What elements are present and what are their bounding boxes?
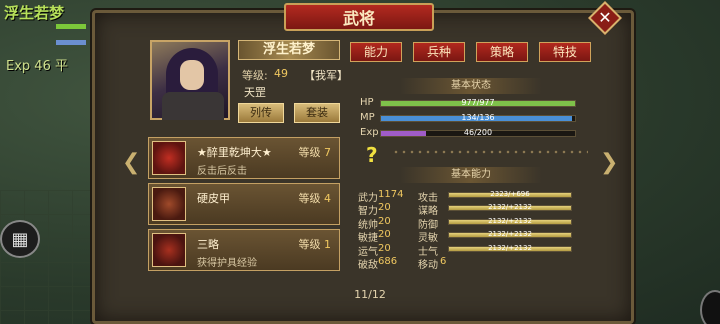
- item-level: 等级 7: [298, 146, 332, 159]
- close-icon: ✕: [598, 8, 612, 27]
- equipment-item-book[interactable]: 三略 等级 1 获得护具经验: [148, 229, 340, 271]
- basic-ability-header: 基本能力: [400, 167, 542, 183]
- attr-value: 20: [378, 242, 391, 254]
- mp-bar: 134/136: [380, 113, 576, 122]
- attr-bar: 2132/+2132: [448, 244, 572, 252]
- weapon-icon: [152, 141, 186, 175]
- item-name: 硬皮甲: [197, 192, 230, 205]
- basic-status-header: 基本状态: [400, 78, 542, 94]
- question-mark-icon[interactable]: ?: [366, 143, 378, 167]
- item-desc: 获得护具经验: [197, 258, 257, 269]
- item-name: 三略: [197, 238, 219, 251]
- item-level: 等级 1: [298, 238, 332, 251]
- item-name: ★醉里乾坤大★: [197, 146, 272, 159]
- general-name: 浮生若梦: [238, 40, 340, 60]
- hud-player-name: 浮生若梦: [4, 4, 65, 22]
- page-indicator: 11/12: [354, 288, 386, 301]
- item-level: 等级 4: [298, 192, 332, 205]
- exp-bar: 46/200: [380, 128, 576, 137]
- hp-bar: 977/977: [380, 98, 576, 107]
- attr-name: 破敌: [358, 260, 378, 271]
- attr-value: 20: [378, 229, 391, 241]
- mp-label: MP: [360, 112, 375, 123]
- decorative-dots: [392, 148, 588, 156]
- hud-hp-bar: [56, 24, 86, 29]
- hud-exp-text: Exp 46 平: [6, 59, 68, 74]
- equipment-item-weapon[interactable]: ★醉里乾坤大★ 等级 7 反击后反击: [148, 137, 340, 179]
- armor-icon: [152, 187, 186, 221]
- general-portrait: [150, 40, 230, 120]
- next-arrow-icon[interactable]: ❯: [600, 150, 618, 175]
- attr-value: 1174: [378, 189, 404, 200]
- faction-label: 【我军】: [304, 69, 348, 82]
- hud-mp-bar: [56, 40, 86, 45]
- move-value: 6: [440, 256, 447, 267]
- attr-value: 20: [378, 215, 391, 227]
- attr-value: 686: [378, 256, 398, 267]
- attr-bar: 2323/+696: [448, 190, 572, 198]
- biography-button[interactable]: 列传: [238, 103, 284, 123]
- hp-label: HP: [360, 97, 374, 108]
- tab-ability[interactable]: 能力: [350, 42, 402, 62]
- attr-value: 20: [378, 202, 391, 214]
- attr-bar: 2132/+2132: [448, 217, 572, 225]
- move-label: 移动: [418, 260, 438, 271]
- tab-skills[interactable]: 特技: [539, 42, 591, 62]
- level-value: 49: [274, 67, 288, 80]
- attr-bar: 2132/+2132: [448, 203, 572, 212]
- attr-bar: 2132/+2132: [448, 230, 572, 239]
- cube-icon[interactable]: ▦: [0, 220, 40, 258]
- equipment-item-armor[interactable]: 硬皮甲 等级 4: [148, 183, 340, 225]
- outfit-button[interactable]: 套装: [294, 103, 340, 123]
- tab-strategy[interactable]: 策略: [476, 42, 528, 62]
- panel-title: 武将: [284, 3, 434, 31]
- item-desc: 反击后反击: [197, 166, 247, 177]
- prev-arrow-icon[interactable]: ❮: [122, 150, 140, 175]
- general-title: 天罡: [244, 86, 266, 99]
- level-label: 等级:: [242, 69, 268, 82]
- tab-troops[interactable]: 兵种: [413, 42, 465, 62]
- exp-label: Exp: [360, 127, 379, 138]
- book-icon: [152, 233, 186, 267]
